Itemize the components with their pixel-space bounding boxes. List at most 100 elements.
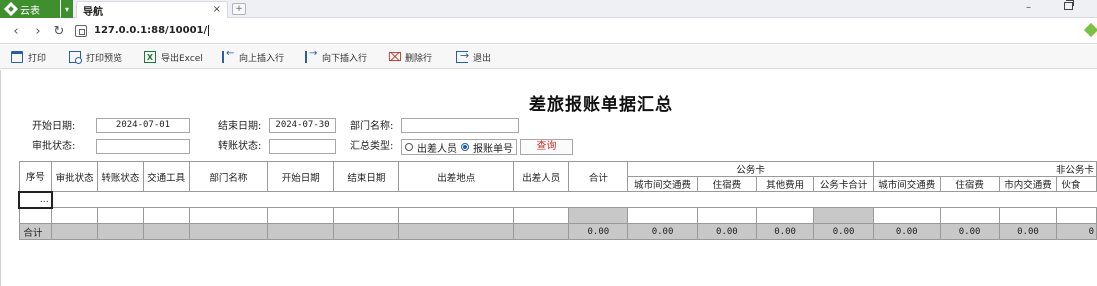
window-restore-icon[interactable]: [1064, 0, 1074, 10]
browser-tab-title: 导航: [83, 6, 103, 18]
tab-close-icon[interactable]: ×: [213, 4, 221, 15]
radio-voucher-no-label: 报账单号: [473, 143, 513, 155]
cell: [142, 223, 190, 240]
window-minimize-icon[interactable]: –: [1026, 2, 1031, 13]
summary-type-label: 汇总类型:: [350, 141, 394, 152]
insert-above-label: 向上插入行: [239, 53, 285, 64]
table-row: …: [18, 190, 1097, 209]
end-date-field[interactable]: 2024-07-30: [269, 118, 336, 133]
start-date-label: 开始日期:: [32, 121, 76, 132]
summary-grid: 序号 审批状态 转账状态 交通工具 部门名称 开始日期 结束日期 出差地点 出差…: [18, 161, 1097, 240]
cell[interactable]: [998, 207, 1058, 224]
cell[interactable]: [142, 207, 190, 224]
toolbar: 打印 打印预览 X 导出Excel 向上插入行 向下插入行 ⌧ 删除行 退出: [0, 45, 1097, 69]
cell: [96, 223, 144, 240]
cell: [398, 223, 514, 240]
app-logo-icon: [3, 1, 19, 17]
total-value: 0.00: [939, 223, 1000, 240]
cell[interactable]: [96, 207, 144, 224]
delete-row-button[interactable]: ⌧ 删除行: [388, 50, 432, 64]
col-noncard-intercity: 城市间交通费: [872, 176, 941, 192]
insert-above-button[interactable]: 向上插入行: [222, 48, 285, 64]
col-dept: 部门名称: [188, 161, 269, 192]
cell[interactable]: [267, 207, 335, 224]
app-menu-tab[interactable]: 云表: [0, 0, 60, 18]
delete-row-icon: ⌧: [388, 50, 402, 64]
cell: [813, 207, 874, 224]
col-card-lodging: 住宿费: [696, 176, 757, 192]
export-excel-button[interactable]: X 导出Excel: [144, 50, 203, 64]
cell[interactable]: [1056, 207, 1097, 224]
dept-field[interactable]: [401, 118, 519, 133]
cell: [188, 223, 269, 240]
total-value: 0.00: [998, 223, 1058, 240]
col-transfer: 转账状态: [96, 161, 144, 192]
extension-icon[interactable]: [1083, 22, 1097, 38]
cell[interactable]: [755, 207, 815, 224]
print-preview-label: 打印预览: [86, 53, 123, 64]
cell[interactable]: [512, 207, 570, 224]
browser-tab[interactable]: 导航 ×: [76, 1, 228, 18]
col-start-date: 开始日期: [267, 161, 335, 192]
page-title: 差旅报账单据汇总: [529, 95, 673, 115]
approval-status-field[interactable]: [96, 139, 190, 154]
cell[interactable]: [696, 207, 757, 224]
total-value: 0.00: [813, 223, 874, 240]
home-icon[interactable]: [75, 25, 87, 37]
table-row: [18, 207, 1097, 224]
cell: [333, 223, 400, 240]
radio-voucher-no[interactable]: [461, 143, 469, 151]
new-tab-icon[interactable]: +: [232, 3, 246, 15]
col-card-other: 其他费用: [755, 176, 815, 192]
col-group-noncard: 非公务卡: [872, 161, 1097, 177]
cell[interactable]: [188, 207, 269, 224]
print-label: 打印: [28, 53, 47, 64]
insert-below-button[interactable]: 向下插入行: [305, 48, 367, 64]
excel-icon: X: [144, 51, 156, 63]
summary-type-radio-group: 出差人员 报账单号: [401, 139, 517, 155]
back-icon[interactable]: ‹: [8, 23, 24, 39]
empty-cell: [51, 191, 1097, 208]
cell[interactable]: [872, 207, 941, 224]
approval-status-label: 审批状态:: [32, 141, 76, 152]
col-person: 出差人员: [512, 161, 570, 192]
reload-icon[interactable]: ↻: [51, 23, 67, 39]
cell[interactable]: [939, 207, 1000, 224]
exit-button[interactable]: 退出: [456, 49, 491, 64]
col-place: 出差地点: [398, 161, 514, 192]
active-cell[interactable]: …: [18, 190, 53, 209]
transfer-status-label: 转账状态:: [218, 141, 262, 152]
cell: [568, 207, 629, 224]
exit-icon: [456, 49, 469, 63]
cell[interactable]: [18, 207, 53, 224]
cell[interactable]: [51, 207, 98, 224]
total-value: 0.00: [872, 223, 941, 240]
cell[interactable]: [333, 207, 400, 224]
printer-icon: [11, 51, 23, 63]
print-button[interactable]: 打印: [11, 50, 46, 64]
query-button[interactable]: 查询: [520, 139, 573, 155]
col-seq: 序号: [18, 161, 53, 192]
cell: [512, 223, 570, 240]
address-field[interactable]: 127.0.0.1:88/10001/: [94, 23, 210, 39]
col-noncard-lodging: 住宿费: [939, 176, 1000, 192]
app-menu-dropdown-icon[interactable]: ▾: [61, 0, 73, 18]
app-tab-label: 云表: [20, 5, 40, 17]
col-total: 合计: [568, 161, 629, 192]
text-caret: [208, 24, 210, 36]
forward-icon[interactable]: ›: [30, 23, 46, 39]
cell[interactable]: [627, 207, 698, 224]
end-date-label: 结束日期:: [218, 121, 262, 132]
radio-traveler[interactable]: [405, 143, 413, 151]
report-sheet: 差旅报账单据汇总 开始日期: 2024-07-01 结束日期: 2024-07-…: [0, 70, 1097, 286]
total-value: 0.00: [696, 223, 757, 240]
transfer-status-field[interactable]: [269, 139, 336, 154]
print-preview-button[interactable]: 打印预览: [69, 50, 122, 64]
export-excel-label: 导出Excel: [161, 53, 203, 64]
cell: [51, 223, 98, 240]
browser-tab-strip: 云表 ▾ 导航 × + –: [0, 0, 1097, 18]
cell: [267, 223, 335, 240]
start-date-field[interactable]: 2024-07-01: [96, 118, 190, 133]
cell[interactable]: [398, 207, 514, 224]
dept-label: 部门名称:: [350, 121, 394, 132]
